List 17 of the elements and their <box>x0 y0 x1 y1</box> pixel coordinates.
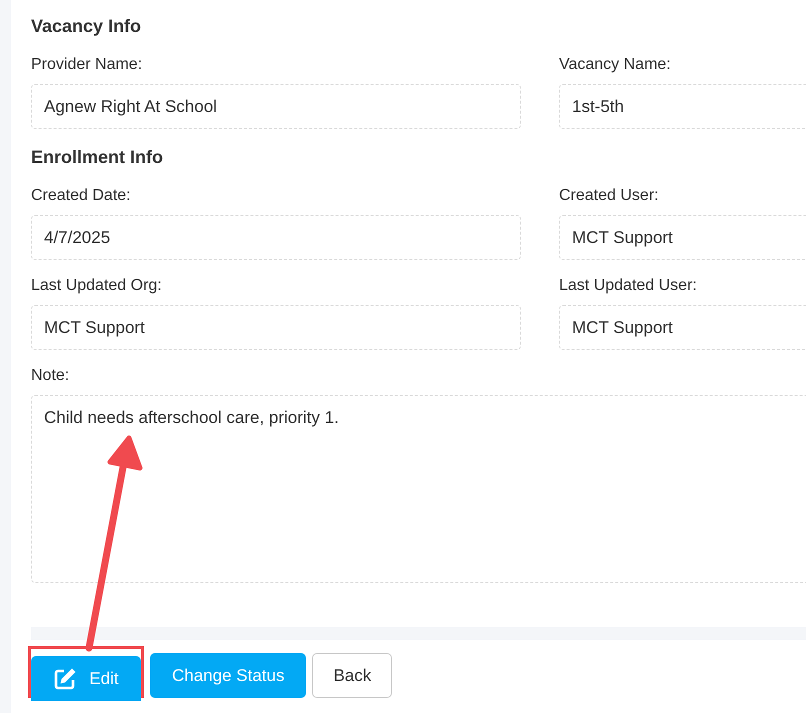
field-label: Provider Name: <box>31 55 144 75</box>
button[interactable]: Back <box>312 653 392 698</box>
field-label: Vacancy Name: <box>559 55 672 75</box>
input-field[interactable]: MCT Support <box>559 215 806 260</box>
input-field[interactable]: 4/7/2025 <box>31 215 521 260</box>
input-field[interactable]: MCT Support <box>31 305 521 350</box>
input-field[interactable]: Agnew Right At School <box>31 84 521 129</box>
input-field[interactable]: MCT Support <box>559 305 806 350</box>
field-label: Last Updated User: <box>559 276 698 296</box>
section-heading: Enrollment Info <box>31 146 164 169</box>
input-field[interactable]: 1st-5th <box>559 84 806 129</box>
field-label: Last Updated Org: <box>31 276 163 296</box>
section-heading: Vacancy Info <box>31 15 142 38</box>
field-label: Created Date: <box>31 186 132 206</box>
field-label: Note: <box>31 366 70 386</box>
field-label: Created User: <box>559 186 660 206</box>
edit-icon <box>53 666 78 690</box>
